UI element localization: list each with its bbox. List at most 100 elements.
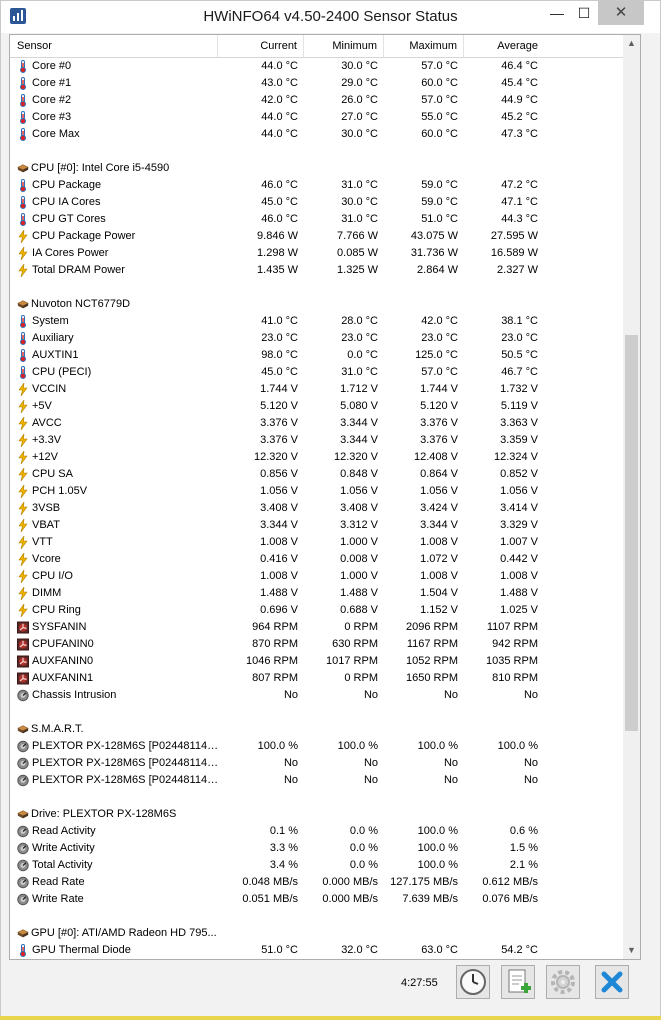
column-header-minimum[interactable]: Minimum [304,35,384,57]
sensor-row[interactable]: AVCC 3.376 V 3.344 V 3.376 V 3.363 V [10,415,623,432]
maximum-value: 5.120 V [420,400,458,412]
sensor-name: VTT [32,536,53,548]
sensor-name: CPU SA [32,468,73,480]
maximum-value: 59.0 °C [421,179,458,191]
current-value: 45.0 °C [261,196,298,208]
sensor-row[interactable]: CPU Ring 0.696 V 0.688 V 1.152 V 1.025 V [10,602,623,619]
average-value: 1.488 V [500,587,538,599]
add-report-button[interactable] [501,965,535,999]
sensor-row[interactable]: SYSFANIN 964 RPM 0 RPM 2096 RPM 1107 RPM [10,619,623,636]
sensor-name: AVCC [32,417,62,429]
scrollbar-thumb[interactable] [625,335,638,731]
column-header-sensor[interactable]: Sensor [10,35,218,57]
average-value: 810 RPM [492,672,538,684]
minimum-value: 31.0 °C [341,213,378,225]
sensor-row[interactable]: VCCIN 1.744 V 1.712 V 1.744 V 1.732 V [10,381,623,398]
column-header-maximum[interactable]: Maximum [384,35,464,57]
sensor-row[interactable]: VTT 1.008 V 1.000 V 1.008 V 1.007 V [10,534,623,551]
sensor-row[interactable]: System 41.0 °C 28.0 °C 42.0 °C 38.1 °C [10,313,623,330]
sensor-name: Total DRAM Power [32,264,125,276]
sensor-row[interactable]: 3VSB 3.408 V 3.408 V 3.424 V 3.414 V [10,500,623,517]
minimize-button[interactable]: — [544,1,570,25]
average-value: 0.852 V [500,468,538,480]
sensor-row[interactable]: CPU Package 46.0 °C 31.0 °C 59.0 °C 47.2 °C [10,177,623,194]
sensor-group-row[interactable]: CPU [#0]: Intel Core i5-4590 [10,160,623,177]
sensor-row[interactable]: CPU SA 0.856 V 0.848 V 0.864 V 0.852 V [10,466,623,483]
column-header-current[interactable]: Current [218,35,304,57]
sensor-row[interactable]: AUXTIN1 98.0 °C 0.0 °C 125.0 °C 50.5 °C [10,347,623,364]
sensor-row[interactable]: CPU Package Power 9.846 W 7.766 W 43.075 W 2… [10,228,623,245]
sensor-row[interactable]: Core #3 44.0 °C 27.0 °C 55.0 °C 45.2 °C [10,109,623,126]
sensor-row[interactable]: CPU I/O 1.008 V 1.000 V 1.008 V 1.008 V [10,568,623,585]
sensor-row[interactable]: AUXFANIN1 807 RPM 0 RPM 1650 RPM 810 RPM [10,670,623,687]
minimum-value: 31.0 °C [341,179,378,191]
sensor-row[interactable]: IA Cores Power 1.298 W 0.085 W 31.736 W 16.5… [10,245,623,262]
sensor-row[interactable]: Core #0 44.0 °C 30.0 °C 57.0 °C 46.4 °C [10,58,623,75]
minimum-value: 0.0 % [349,825,378,837]
title-bar[interactable]: HWiNFO64 v4.50-2400 Sensor Status — ☐ ✕ [1,1,660,33]
taskbar-edge [0,1016,661,1020]
current-value: 1046 RPM [246,655,298,667]
minimum-value: 1.712 V [340,383,378,395]
sensor-row[interactable]: DIMM 1.488 V 1.488 V 1.504 V 1.488 V [10,585,623,602]
sensor-row[interactable]: Total Activity 3.4 % 0.0 % 100.0 % 2.1 % [10,857,623,874]
maximize-button[interactable]: ☐ [571,1,597,25]
sensor-row[interactable]: Read Rate 0.048 MB/s 0.000 MB/s 127.175 MB/… [10,874,623,891]
scroll-down-arrow-icon[interactable]: ▼ [623,942,640,959]
sensor-row[interactable]: +3.3V 3.376 V 3.344 V 3.376 V 3.359 V [10,432,623,449]
clock-button[interactable] [456,965,490,999]
sensor-name: CPU GT Cores [32,213,106,225]
sensor-row[interactable]: GPU Thermal Diode 51.0 °C 32.0 °C 63.0 °C 54… [10,942,623,959]
sensor-name: DIMM [32,587,62,599]
column-header-average[interactable]: Average [464,35,544,57]
minimum-value: 3.408 V [340,502,378,514]
scroll-up-arrow-icon[interactable]: ▲ [623,35,640,52]
sensor-row[interactable]: PLEXTOR PX-128M6S [P0244811461... No No No N… [10,755,623,772]
minimum-value: 7.766 W [337,230,378,242]
minimum-value: 30.0 °C [341,60,378,72]
current-value: 3.3 % [269,842,298,854]
sensor-row[interactable]: CPU (PECI) 45.0 °C 31.0 °C 57.0 °C 46.7 °C [10,364,623,381]
sensor-row[interactable]: Write Rate 0.051 MB/s 0.000 MB/s 7.639 MB/s… [10,891,623,908]
sensor-row[interactable]: Read Activity 0.1 % 0.0 % 100.0 % 0.6 % [10,823,623,840]
vertical-scrollbar[interactable]: ▲ ▼ [623,35,640,959]
sensor-name: PLEXTOR PX-128M6S [P0244811461... [32,740,222,752]
sensor-row[interactable]: Core #2 42.0 °C 26.0 °C 57.0 °C 44.9 °C [10,92,623,109]
sensor-row[interactable]: PLEXTOR PX-128M6S [P0244811461... 100.0 %… [10,738,623,755]
average-value: 47.3 °C [501,128,538,140]
sensor-group-row[interactable]: S.M.A.R.T. [10,721,623,738]
minimum-value: 0 RPM [344,672,378,684]
sensor-row[interactable]: CPUFANIN0 870 RPM 630 RPM 1167 RPM 942 RPM [10,636,623,653]
sensor-row[interactable]: CPU IA Cores 45.0 °C 30.0 °C 59.0 °C 47.1 °C [10,194,623,211]
sensor-row[interactable]: AUXFANIN0 1046 RPM 1017 RPM 1052 RPM 1035 RP… [10,653,623,670]
sensor-row[interactable]: Total DRAM Power 1.435 W 1.325 W 2.864 W 2.3… [10,262,623,279]
settings-button[interactable] [546,965,580,999]
minimum-value: No [363,774,378,786]
sensor-row[interactable]: CPU GT Cores 46.0 °C 31.0 °C 51.0 °C 44.3 °C [10,211,623,228]
close-sensors-button[interactable] [595,965,629,999]
sensor-row[interactable]: Auxiliary 23.0 °C 23.0 °C 23.0 °C 23.0 °C [10,330,623,347]
clock-icon [460,969,486,995]
sensor-row[interactable]: +5V 5.120 V 5.080 V 5.120 V 5.119 V [10,398,623,415]
sensor-row[interactable]: Chassis Intrusion No No No No [10,687,623,704]
spacer-row [10,908,623,925]
sensor-group-row[interactable]: GPU [#0]: ATI/AMD Radeon HD 795... [10,925,623,942]
sensor-row[interactable]: PCH 1.05V 1.056 V 1.056 V 1.056 V 1.056 V [10,483,623,500]
sensor-row[interactable]: Core Max 44.0 °C 30.0 °C 60.0 °C 47.3 °C [10,126,623,143]
sensor-row[interactable]: PLEXTOR PX-128M6S [P0244811461... No No No N… [10,772,623,789]
sensor-group-row[interactable]: Nuvoton NCT6779D [10,296,623,313]
sensor-name: CPU IA Cores [32,196,101,208]
window-close-button[interactable]: ✕ [598,1,644,25]
sensor-row[interactable]: Core #1 43.0 °C 29.0 °C 60.0 °C 45.4 °C [10,75,623,92]
sensor-row[interactable]: Write Activity 3.3 % 0.0 % 100.0 % 1.5 % [10,840,623,857]
spacer-row [10,704,623,721]
sensor-group-row[interactable]: Drive: PLEXTOR PX-128M6S [10,806,623,823]
maximum-value: 55.0 °C [421,111,458,123]
maximum-value: 3.376 V [420,417,458,429]
average-value: 54.2 °C [501,944,538,956]
minimum-value: No [363,689,378,701]
current-value: 1.008 V [260,536,298,548]
sensor-row[interactable]: +12V 12.320 V 12.320 V 12.408 V 12.324 V [10,449,623,466]
sensor-row[interactable]: VBAT 3.344 V 3.312 V 3.344 V 3.329 V [10,517,623,534]
sensor-row[interactable]: Vcore 0.416 V 0.008 V 1.072 V 0.442 V [10,551,623,568]
